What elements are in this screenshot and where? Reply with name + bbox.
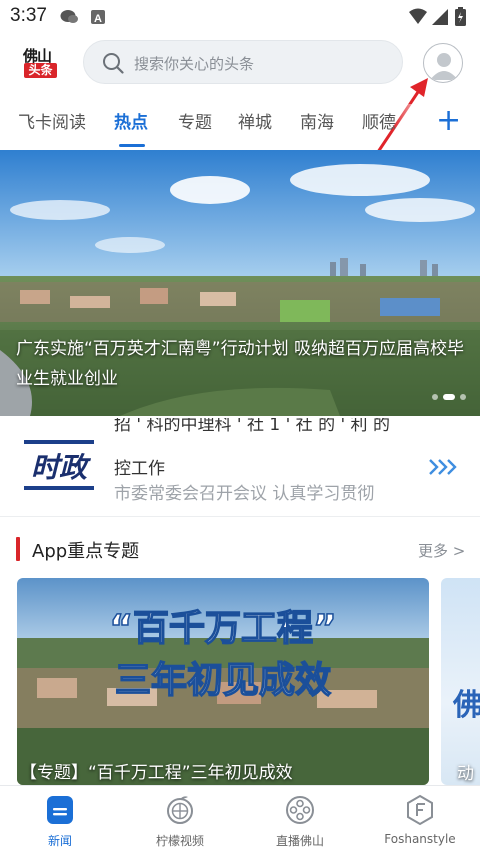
search-bar[interactable]: 搜索你关心的头条 <box>83 40 403 84</box>
add-channel-button[interactable]: + <box>436 106 461 136</box>
topic-card-2-poster-text: 佛 <box>453 688 480 723</box>
ticker-previous-line: 招 ' 科的中理科 ' 社 1 ' 社 的 ' 利 的 <box>114 418 390 435</box>
lemon-video-icon <box>164 794 196 826</box>
nav-foshanstyle-label: Foshanstyle <box>384 832 456 846</box>
poster-line-1: “百千万工程” <box>109 608 336 649</box>
tab-topics[interactable]: 专题 <box>178 108 212 133</box>
search-placeholder: 搜索你关心的头条 <box>134 55 255 73</box>
tab-hot[interactable]: 热点 <box>114 108 148 133</box>
nav-live-foshan[interactable]: 直播佛山 <box>240 786 360 853</box>
topic-card-2-caption: 动 <box>457 764 474 784</box>
status-bar: 3:37 A <box>0 0 480 34</box>
nav-lemon-video[interactable]: 柠檬视频 <box>120 786 240 853</box>
topic-card-image: “百千万工程” 三年初见成效 <box>17 578 429 785</box>
section-title: App重点专题 <box>32 541 140 562</box>
wifi-icon <box>409 8 427 24</box>
tab-nanhai[interactable]: 南海 <box>300 108 334 133</box>
messaging-icon <box>60 10 78 23</box>
politics-badge-label: 时政 <box>31 451 92 484</box>
nav-lemon-video-label: 柠檬视频 <box>155 834 204 848</box>
tab-feika-reading[interactable]: 飞卡阅读 <box>18 108 86 133</box>
status-time: 3:37 <box>10 5 47 26</box>
channel-tabs: 飞卡阅读 热点 专题 禅城 南海 顺德 + <box>0 104 480 148</box>
svg-text:A: A <box>94 13 102 25</box>
politics-badge: 时政 <box>24 440 94 492</box>
signal-icon <box>432 9 448 25</box>
foshanstyle-icon <box>404 794 436 826</box>
nav-news-label: 新闻 <box>47 834 72 848</box>
status-notification-icons: A <box>60 8 110 30</box>
active-tab-indicator <box>119 144 145 147</box>
headline-banner[interactable]: 广东实施“百万英才汇南粤”行动计划 吸纳超百万应届高校毕业生就业创业 <box>0 150 480 416</box>
ticker-subline: 市委常委会召开会议 认真学习贯彻 <box>114 484 375 504</box>
bottom-navigation: 新闻 柠檬视频 直播佛山 Foshanstyle <box>0 785 480 853</box>
nav-foshanstyle[interactable]: Foshanstyle <box>360 786 480 853</box>
carousel-dot <box>432 394 438 400</box>
app-logo: 佛山 头条 <box>22 45 59 79</box>
topic-card[interactable]: “百千万工程” 三年初见成效 <box>17 578 429 785</box>
carousel-dot-active <box>443 394 455 400</box>
nav-live-foshan-label: 直播佛山 <box>275 834 324 848</box>
tab-shunde[interactable]: 顺德 <box>362 108 396 133</box>
section-divider <box>0 516 480 517</box>
banner-caption: 广东实施“百万英才汇南粤”行动计划 吸纳超百万应届高校毕业生就业创业 <box>16 339 465 389</box>
tabs-fade <box>392 104 432 148</box>
politics-news-ticker[interactable]: 时政 招 ' 科的中理科 ' 社 1 ' 社 的 ' 利 的 控工作 市委常委会… <box>0 418 480 514</box>
chevron-right-icon[interactable] <box>428 458 458 480</box>
poster-line-2: 三年初见成效 <box>115 660 331 701</box>
nav-news[interactable]: 新闻 <box>0 786 120 853</box>
tab-chancheng[interactable]: 禅城 <box>238 108 272 133</box>
carousel-dots <box>427 385 466 404</box>
battery-icon <box>455 7 466 26</box>
section-accent-bar <box>16 537 20 561</box>
notification-a-icon: A <box>91 10 105 25</box>
carousel-dot <box>460 394 466 400</box>
topic-card-caption: 【专题】“百千万工程”三年初见成效 <box>20 763 293 783</box>
status-system-icons <box>408 6 470 32</box>
live-film-icon <box>284 794 316 826</box>
ticker-headline: 控工作 <box>114 459 165 479</box>
section-more-link[interactable]: 更多 > <box>418 540 465 561</box>
search-icon <box>102 52 124 78</box>
logo-text-bottom: 头条 <box>24 63 57 78</box>
news-icon <box>44 794 76 826</box>
